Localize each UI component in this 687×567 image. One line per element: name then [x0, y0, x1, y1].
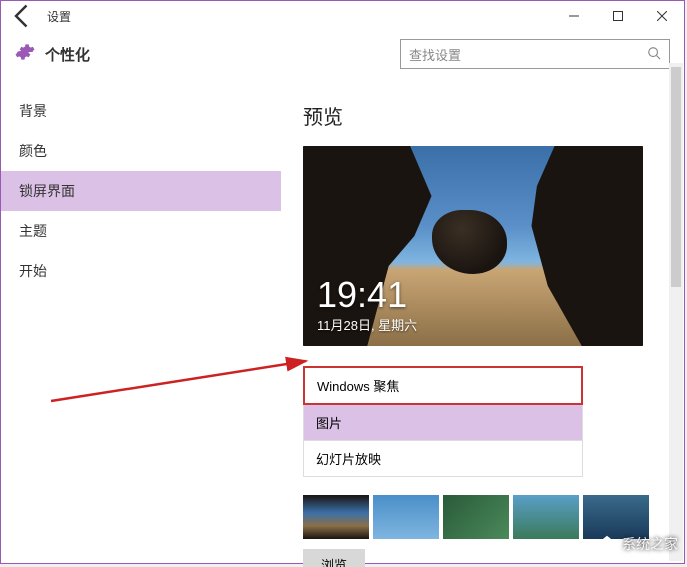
main-panel: 预览 19:41 11月28日, 星期六 Windows 聚焦 图片 幻灯片放映	[281, 83, 684, 567]
sidebar-item-lockscreen[interactable]: 锁屏界面	[1, 171, 281, 211]
back-button[interactable]	[9, 2, 37, 30]
maximize-button[interactable]	[596, 1, 640, 31]
dropdown-options-list: 图片 幻灯片放映	[303, 405, 583, 477]
titlebar: 设置	[1, 1, 684, 31]
scroll-thumb[interactable]	[671, 67, 681, 287]
search-input[interactable]: 查找设置	[400, 39, 670, 69]
window-controls	[552, 1, 684, 31]
thumbnail[interactable]	[373, 495, 439, 539]
thumbnail[interactable]	[513, 495, 579, 539]
dropdown-option-picture[interactable]: 图片	[303, 405, 583, 441]
page-title: 个性化	[45, 44, 90, 65]
thumbnail[interactable]	[443, 495, 509, 539]
thumbnail[interactable]	[303, 495, 369, 539]
background-source-dropdown[interactable]: Windows 聚焦	[303, 366, 583, 405]
watermark-text: 系统之家	[622, 534, 678, 554]
house-icon	[596, 533, 618, 555]
lock-time: 19:41	[317, 274, 407, 316]
close-button[interactable]	[640, 1, 684, 31]
sidebar-item-themes[interactable]: 主题	[1, 211, 281, 251]
browse-button[interactable]: 浏览	[303, 549, 365, 567]
preview-heading: 预览	[303, 101, 662, 130]
window-title: 设置	[47, 8, 71, 25]
settings-window: 设置 个性化 查找设置 背景 颜色 锁屏界面	[0, 0, 685, 564]
lockscreen-preview: 19:41 11月28日, 星期六	[303, 146, 643, 346]
sidebar-item-start[interactable]: 开始	[1, 251, 281, 291]
content-area: 背景 颜色 锁屏界面 主题 开始 预览 19:41 11月28日, 星期六 Wi…	[1, 83, 684, 567]
search-placeholder: 查找设置	[409, 45, 647, 64]
dropdown-option-slideshow[interactable]: 幻灯片放映	[303, 441, 583, 477]
watermark: 系统之家	[596, 533, 678, 555]
sidebar-item-colors[interactable]: 颜色	[1, 131, 281, 171]
scrollbar[interactable]	[669, 63, 683, 561]
gear-icon	[15, 42, 35, 67]
minimize-button[interactable]	[552, 1, 596, 31]
lock-date: 11月28日, 星期六	[317, 315, 417, 334]
header: 个性化 查找设置	[1, 31, 684, 83]
search-icon	[647, 46, 661, 63]
sidebar: 背景 颜色 锁屏界面 主题 开始	[1, 83, 281, 567]
sidebar-item-background[interactable]: 背景	[1, 91, 281, 131]
dropdown-option-spotlight[interactable]: Windows 聚焦	[305, 368, 581, 403]
